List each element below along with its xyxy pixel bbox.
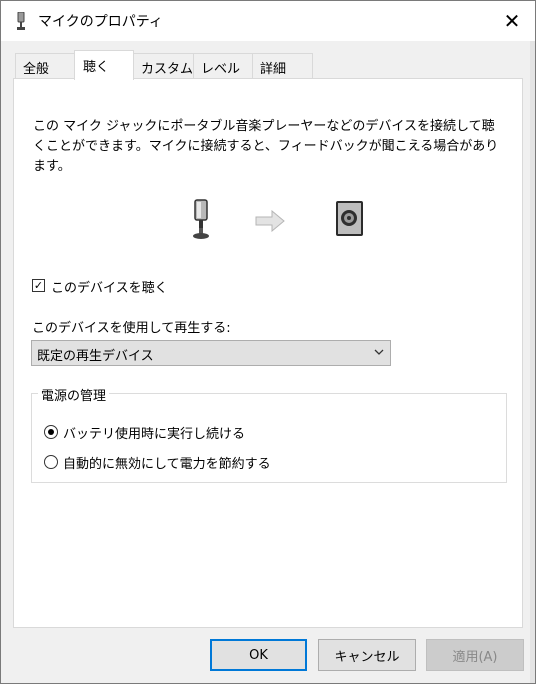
tab-label: 聴く	[83, 60, 110, 75]
tab-advanced[interactable]: 詳細	[252, 53, 313, 78]
background-window-edge	[530, 0, 536, 684]
playback-device-label: このデバイスを使用して再生する:	[32, 321, 231, 336]
ok-button[interactable]: OK	[210, 639, 307, 671]
microphone-icon	[193, 199, 209, 239]
apply-button-label: 適用(A)	[452, 649, 498, 665]
keep-running-radio[interactable]	[44, 425, 58, 439]
listen-checkbox-label[interactable]: このデバイスを聴く	[51, 277, 168, 296]
tab-label: カスタム	[141, 62, 194, 77]
close-icon: ✕	[503, 9, 521, 33]
listen-description: この マイク ジャックにポータブル音楽プレーヤーなどのデバイスを接続して聴くこと…	[33, 119, 499, 174]
arrow-right-icon	[255, 210, 285, 232]
microphone-icon	[17, 12, 25, 30]
tab-levels[interactable]: レベル	[193, 53, 253, 78]
cancel-button[interactable]: キャンセル	[318, 639, 416, 671]
auto-disable-label[interactable]: 自動的に無効にして電力を節約する	[63, 453, 271, 472]
playback-device-value: 既定の再生デバイス	[37, 349, 154, 364]
power-management-legend: 電源の管理	[38, 385, 110, 404]
cancel-button-label: キャンセル	[334, 649, 400, 665]
tab-label: レベル	[201, 62, 241, 77]
speaker-icon	[336, 201, 363, 236]
apply-button[interactable]: 適用(A)	[426, 639, 524, 671]
tab-general[interactable]: 全般	[15, 53, 75, 78]
window-title: マイクのプロパティ	[38, 14, 163, 30]
checkmark-icon: ✓	[33, 279, 44, 292]
tab-custom[interactable]: カスタム	[133, 53, 194, 78]
keep-running-label[interactable]: バッテリ使用時に実行し続ける	[63, 423, 245, 442]
tab-label: 詳細	[260, 62, 287, 77]
chevron-down-icon	[374, 349, 384, 355]
tab-listen[interactable]: 聴く	[74, 50, 134, 80]
close-button[interactable]: ✕	[490, 1, 534, 41]
auto-disable-radio[interactable]	[44, 455, 58, 469]
tab-label: 全般	[23, 62, 50, 77]
ok-button-label: OK	[249, 647, 268, 663]
listen-checkbox[interactable]: ✓	[32, 279, 45, 292]
